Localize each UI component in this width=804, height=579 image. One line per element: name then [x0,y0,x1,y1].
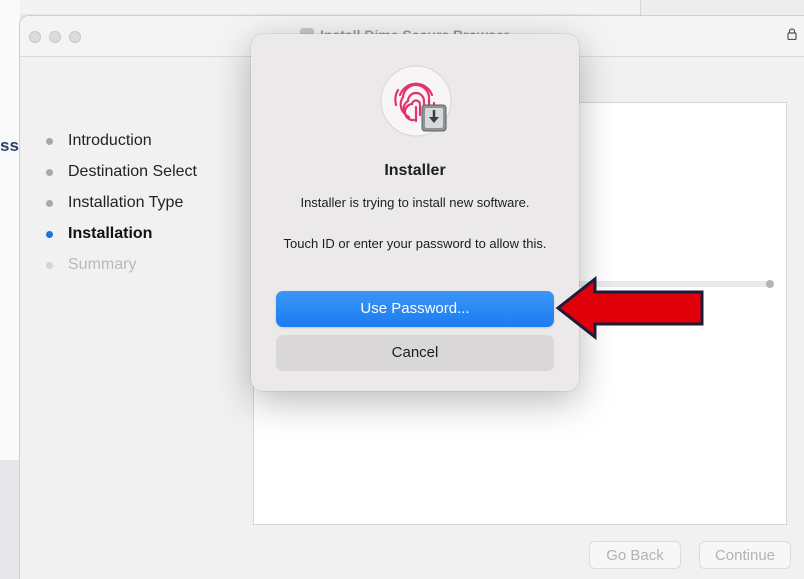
background-text-fragment: ss [0,136,19,155]
step-label: Installation Type [68,194,184,211]
cancel-button[interactable]: Cancel [276,335,554,371]
minimize-window-button[interactable] [49,31,61,43]
background-window-left [0,0,20,460]
step-installation-type: Installation Type [46,192,197,223]
background-window-top [20,0,640,14]
step-label: Summary [68,256,137,273]
step-dot-active [46,231,53,238]
dialog-title: Installer [384,162,446,179]
step-installation: Installation [46,223,197,254]
step-dot-pending [46,262,53,269]
red-arrow-annotation [555,276,704,340]
step-label: Installation [68,225,153,242]
authentication-dialog: Installer Installer is trying to install… [251,34,579,391]
dialog-hint: Touch ID or enter your password to allow… [283,236,547,251]
installer-box-badge [421,104,447,132]
zoom-window-button[interactable] [69,31,81,43]
step-destination-select: Destination Select [46,161,197,192]
step-dot [46,138,53,145]
step-label: Destination Select [68,163,197,180]
installer-steps-list: Introduction Destination Select Installa… [46,130,197,285]
use-password-button[interactable]: Use Password... [276,291,554,327]
step-introduction: Introduction [46,130,197,161]
continue-button[interactable]: Continue [699,541,791,569]
progress-end-cap [766,280,774,288]
dialog-message: Installer is trying to install new softw… [300,195,530,210]
go-back-button[interactable]: Go Back [589,541,681,569]
step-summary: Summary [46,254,197,285]
step-label: Introduction [68,132,152,149]
step-dot [46,200,53,207]
close-window-button[interactable] [29,31,41,43]
step-dot [46,169,53,176]
touch-id-installer-icon [380,65,452,137]
lock-icon [787,28,797,40]
